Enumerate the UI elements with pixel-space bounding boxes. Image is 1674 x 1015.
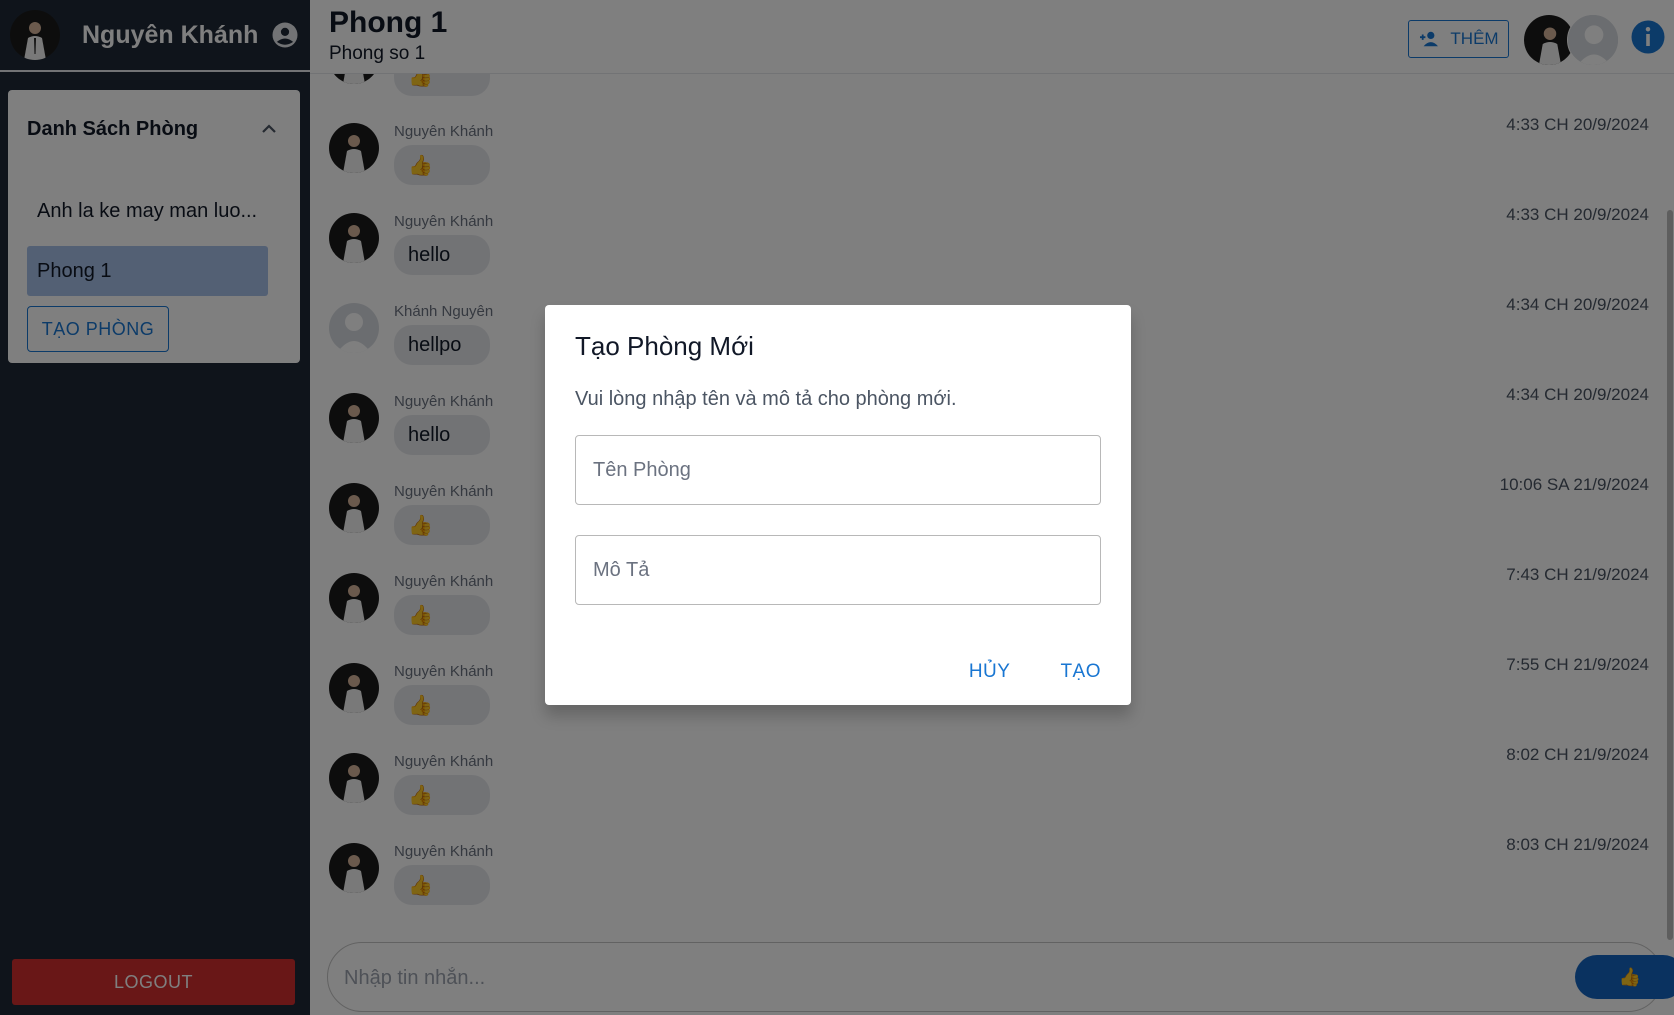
create-room-dialog: Tạo Phòng Mới Vui lòng nhập tên và mô tả… [545,305,1131,705]
room-description-input[interactable] [576,536,1100,604]
dialog-title: Tạo Phòng Mới [575,331,754,361]
room-name-input[interactable] [576,436,1100,504]
dialog-actions: HỦY TẠO [969,661,1101,683]
room-name-field [575,435,1101,505]
room-description-field [575,535,1101,605]
create-button[interactable]: TẠO [1060,661,1101,683]
dialog-text: Vui lòng nhập tên và mô tả cho phòng mới… [575,388,957,410]
cancel-button[interactable]: HỦY [969,661,1011,683]
